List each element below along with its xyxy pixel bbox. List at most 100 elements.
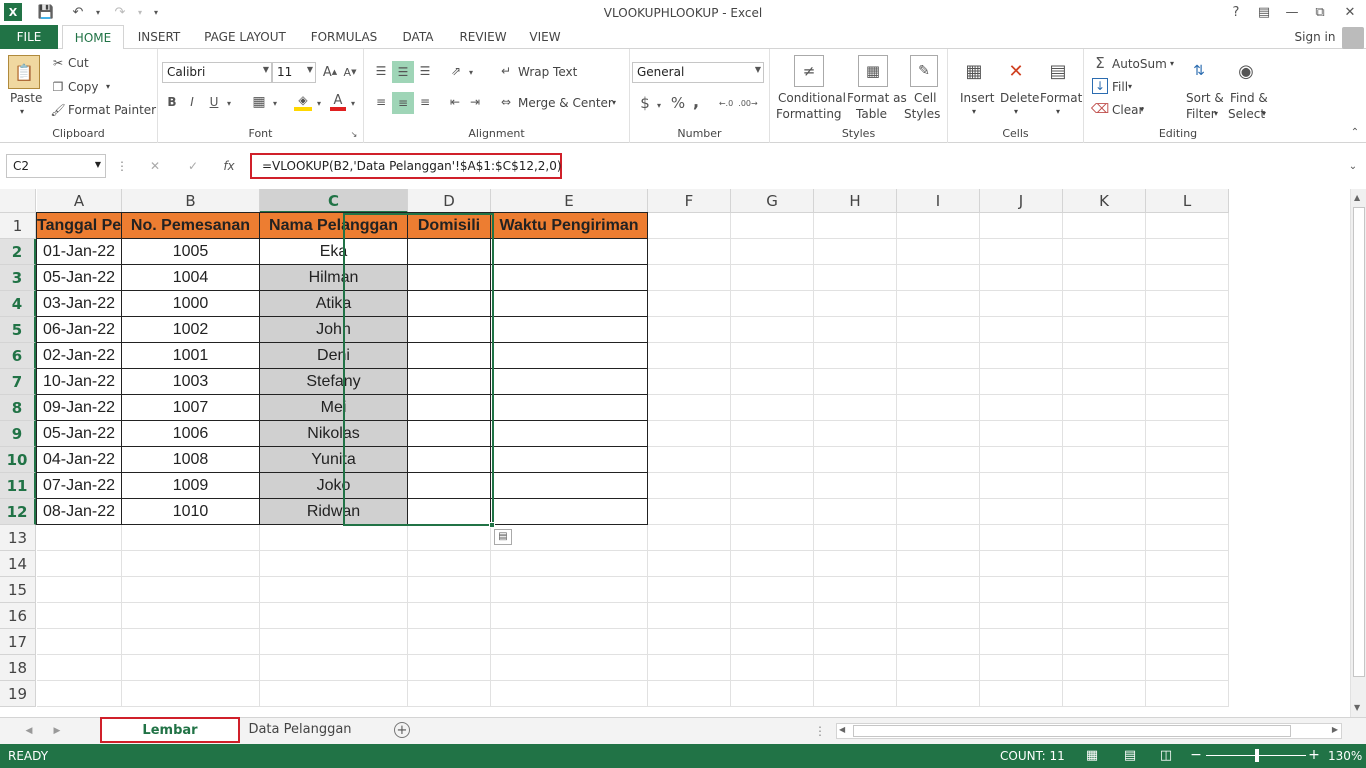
restore-icon[interactable]: ⧉ [1306, 2, 1334, 22]
zoom-out-icon[interactable]: − [1190, 747, 1202, 763]
zoom-slider-thumb[interactable] [1255, 749, 1259, 762]
currency-dropdown-icon[interactable]: ▾ [654, 97, 664, 113]
clear-dropdown-icon[interactable]: ▾ [1140, 105, 1144, 114]
table-cell[interactable] [408, 499, 491, 525]
cell-k13[interactable] [1063, 525, 1146, 551]
cell-i3[interactable] [897, 265, 980, 291]
cell-l5[interactable] [1146, 317, 1229, 343]
table-cell[interactable] [408, 343, 491, 369]
cell-l4[interactable] [1146, 291, 1229, 317]
increase-indent-icon[interactable]: ⇥ [466, 92, 484, 112]
row-header-12[interactable]: 12 [0, 499, 36, 525]
autosum-icon[interactable]: Σ [1092, 54, 1108, 72]
cell-k10[interactable] [1063, 447, 1146, 473]
sort-filter-icon[interactable]: ⇅ [1186, 55, 1212, 87]
add-sheet-icon[interactable]: + [394, 722, 410, 738]
tab-file[interactable]: FILE [0, 25, 58, 49]
column-header-b[interactable]: B [122, 189, 260, 213]
cell-e15[interactable] [491, 577, 648, 603]
row-header-15[interactable]: 15 [0, 577, 36, 603]
scroll-thumb[interactable] [1353, 207, 1365, 677]
horizontal-scrollbar[interactable]: ◀ ▶ [836, 723, 1342, 739]
cell-g2[interactable] [731, 239, 814, 265]
row-header-3[interactable]: 3 [0, 265, 36, 291]
cell-h12[interactable] [814, 499, 897, 525]
cell-g12[interactable] [731, 499, 814, 525]
page-layout-view-icon[interactable]: ▤ [1122, 747, 1138, 763]
table-cell[interactable] [408, 421, 491, 447]
column-header-i[interactable]: I [897, 189, 980, 213]
cell-d16[interactable] [408, 603, 491, 629]
table-cell[interactable]: Atika [260, 291, 408, 317]
cell-f19[interactable] [648, 681, 731, 707]
table-cell[interactable]: 10-Jan-22 [36, 369, 122, 395]
cell-e19[interactable] [491, 681, 648, 707]
cell-j13[interactable] [980, 525, 1063, 551]
cell-k3[interactable] [1063, 265, 1146, 291]
row-header-8[interactable]: 8 [0, 395, 36, 421]
cell-l3[interactable] [1146, 265, 1229, 291]
cell-h1[interactable] [814, 213, 897, 239]
cell-g16[interactable] [731, 603, 814, 629]
table-cell[interactable] [408, 317, 491, 343]
table-cell[interactable] [491, 473, 648, 499]
cell-b14[interactable] [122, 551, 260, 577]
tab-home[interactable]: HOME [62, 25, 124, 50]
cell-h15[interactable] [814, 577, 897, 603]
eraser-icon[interactable]: ⌫ [1091, 101, 1109, 117]
cell-h18[interactable] [814, 655, 897, 681]
help-button[interactable]: ? [1222, 2, 1250, 22]
cell-l6[interactable] [1146, 343, 1229, 369]
column-header-h[interactable]: H [814, 189, 897, 213]
table-cell[interactable]: Hilman [260, 265, 408, 291]
table-cell[interactable]: 07-Jan-22 [36, 473, 122, 499]
table-cell[interactable] [408, 239, 491, 265]
row-header-11[interactable]: 11 [0, 473, 36, 499]
merge-center-icon[interactable]: ⇔ [498, 94, 514, 110]
cell-k15[interactable] [1063, 577, 1146, 603]
tab-formulas[interactable]: FORMULAS [304, 25, 384, 49]
cell-i16[interactable] [897, 603, 980, 629]
align-bottom-icon[interactable]: ☰ [416, 61, 434, 81]
cell-h6[interactable] [814, 343, 897, 369]
table-cell[interactable]: Joko [260, 473, 408, 499]
ribbon-display-options-icon[interactable]: ▤ [1250, 2, 1278, 22]
autosum-dropdown-icon[interactable]: ▾ [1170, 59, 1174, 68]
cell-l19[interactable] [1146, 681, 1229, 707]
fill-dropdown-icon[interactable]: ▾ [1128, 82, 1132, 91]
table-cell[interactable] [491, 499, 648, 525]
cell-i13[interactable] [897, 525, 980, 551]
borders-dropdown-icon[interactable]: ▾ [270, 95, 280, 111]
cell-j6[interactable] [980, 343, 1063, 369]
cell-g5[interactable] [731, 317, 814, 343]
format-painter-icon[interactable]: 🖌 [50, 102, 66, 118]
cell-i9[interactable] [897, 421, 980, 447]
cell-l9[interactable] [1146, 421, 1229, 447]
cell-f7[interactable] [648, 369, 731, 395]
cell-f14[interactable] [648, 551, 731, 577]
cell-d13[interactable] [408, 525, 491, 551]
cell-l18[interactable] [1146, 655, 1229, 681]
cell-g8[interactable] [731, 395, 814, 421]
table-cell[interactable]: John [260, 317, 408, 343]
sheet-tab-data-pelanggan[interactable]: Data Pelanggan [246, 718, 354, 744]
prev-sheet-icon[interactable]: ◀ [22, 724, 36, 738]
close-icon[interactable]: ✕ [1336, 2, 1364, 22]
cell-a19[interactable] [37, 681, 122, 707]
format-cells-icon[interactable]: ▤ [1044, 55, 1072, 87]
cell-l1[interactable] [1146, 213, 1229, 239]
cell-i4[interactable] [897, 291, 980, 317]
cell-l16[interactable] [1146, 603, 1229, 629]
sort-filter-button[interactable]: Sort & [1186, 91, 1224, 105]
cell-l15[interactable] [1146, 577, 1229, 603]
tab-review[interactable]: REVIEW [452, 25, 514, 49]
cell-h4[interactable] [814, 291, 897, 317]
enter-icon[interactable]: ✓ [184, 157, 202, 175]
format-as-table-icon[interactable]: ▦ [858, 55, 888, 87]
cancel-icon[interactable]: ✕ [146, 157, 164, 175]
cell-a16[interactable] [37, 603, 122, 629]
cell-f13[interactable] [648, 525, 731, 551]
row-header-19[interactable]: 19 [0, 681, 36, 707]
table-cell[interactable] [491, 239, 648, 265]
row-header-14[interactable]: 14 [0, 551, 36, 577]
